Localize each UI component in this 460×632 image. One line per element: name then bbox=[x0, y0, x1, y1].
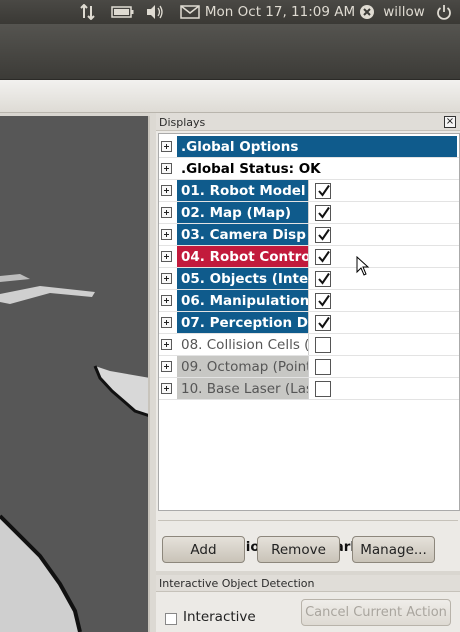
row-divider bbox=[159, 399, 459, 400]
display-row-label: 01. Robot Model bbox=[177, 180, 308, 202]
display-enabled-checkbox[interactable] bbox=[315, 183, 331, 199]
mouse-cursor-icon bbox=[356, 255, 370, 280]
column-separator bbox=[308, 246, 309, 268]
check-mark-icon bbox=[318, 228, 330, 241]
render-viewport[interactable] bbox=[0, 116, 150, 632]
volume-icon[interactable] bbox=[144, 0, 166, 24]
expand-icon[interactable] bbox=[161, 229, 172, 240]
user-status-icon[interactable] bbox=[357, 0, 377, 24]
cancel-current-action-button[interactable]: Cancel Current Action bbox=[301, 599, 451, 626]
network-transfer-icon[interactable] bbox=[76, 0, 100, 24]
column-separator bbox=[308, 312, 309, 334]
battery-icon[interactable] bbox=[110, 0, 136, 24]
display-row-label: 09. Octomap (Point bbox=[177, 356, 308, 378]
display-row-label: 02. Map (Map) bbox=[177, 202, 308, 224]
display-row[interactable]: 08. Collision Cells ( bbox=[159, 334, 459, 356]
power-icon[interactable] bbox=[433, 0, 455, 24]
clock[interactable]: Mon Oct 17, 11:09 AM bbox=[205, 0, 355, 24]
displays-panel-title: Displays bbox=[156, 113, 460, 131]
check-mark-icon bbox=[318, 294, 330, 307]
expand-icon[interactable] bbox=[161, 273, 172, 284]
check-mark-icon bbox=[318, 272, 330, 285]
display-row[interactable]: 10. Base Laser (Las bbox=[159, 378, 459, 400]
display-enabled-checkbox[interactable] bbox=[315, 249, 331, 265]
display-enabled-checkbox[interactable] bbox=[315, 271, 331, 287]
expand-icon[interactable] bbox=[161, 361, 172, 372]
displays-tree[interactable]: .Global Options .Global Status: OK 01. Rob… bbox=[158, 133, 460, 511]
window-toolbar bbox=[0, 80, 460, 113]
window-titlebar[interactable] bbox=[0, 24, 460, 80]
column-separator bbox=[308, 180, 309, 202]
expand-icon[interactable] bbox=[161, 251, 172, 262]
display-row[interactable]: .Global Status: OK bbox=[159, 158, 459, 180]
display-enabled-checkbox[interactable] bbox=[315, 293, 331, 309]
column-separator bbox=[308, 334, 309, 356]
close-icon[interactable]: × bbox=[444, 116, 456, 128]
display-enabled-checkbox[interactable] bbox=[315, 381, 331, 397]
expand-icon[interactable] bbox=[161, 317, 172, 328]
expand-icon[interactable] bbox=[161, 141, 172, 152]
display-row-label: 05. Objects (Inte bbox=[177, 268, 308, 290]
display-enabled-checkbox[interactable] bbox=[315, 337, 331, 353]
display-row-label: 03. Camera Disp bbox=[177, 224, 308, 246]
map-rendering bbox=[0, 116, 148, 632]
column-separator bbox=[308, 356, 309, 378]
interactive-checkbox[interactable] bbox=[165, 613, 177, 625]
display-row[interactable]: 09. Octomap (Point bbox=[159, 356, 459, 378]
interactive-label: Interactive bbox=[183, 609, 256, 625]
display-row[interactable]: .Global Options bbox=[159, 136, 459, 158]
user-name[interactable]: willow bbox=[380, 0, 428, 24]
displays-panel: Displays × .Global Options .Global Status… bbox=[156, 113, 460, 632]
display-row-label: 07. Perception D bbox=[177, 312, 308, 334]
expand-icon[interactable] bbox=[161, 383, 172, 394]
column-separator bbox=[308, 202, 309, 224]
display-row-label: 04. Robot Contro bbox=[177, 246, 308, 268]
display-row-label: .Global Status: OK bbox=[181, 161, 321, 177]
manage-button[interactable]: Manage... bbox=[352, 536, 435, 563]
display-row-label: 08. Collision Cells ( bbox=[181, 337, 308, 353]
column-separator bbox=[308, 268, 309, 290]
column-separator bbox=[308, 224, 309, 246]
iod-panel-title: Interactive Object Detection bbox=[156, 575, 460, 592]
display-row-label: 10. Base Laser (Las bbox=[177, 378, 308, 400]
column-separator bbox=[308, 378, 309, 400]
check-mark-icon bbox=[318, 184, 330, 197]
expand-icon[interactable] bbox=[161, 163, 172, 174]
display-row[interactable]: 07. Perception D bbox=[159, 312, 459, 334]
check-mark-icon bbox=[318, 316, 330, 329]
display-enabled-checkbox[interactable] bbox=[315, 205, 331, 221]
check-mark-icon bbox=[318, 250, 330, 263]
expand-icon[interactable] bbox=[161, 295, 172, 306]
check-mark-icon bbox=[318, 206, 330, 219]
display-row-label: .Global Options bbox=[177, 136, 457, 158]
mail-icon[interactable] bbox=[178, 0, 202, 24]
interactive-object-detection-panel: Interactive Object Detection Interactive… bbox=[156, 575, 460, 632]
expand-icon[interactable] bbox=[161, 185, 172, 196]
display-enabled-checkbox[interactable] bbox=[315, 227, 331, 243]
display-enabled-checkbox[interactable] bbox=[315, 315, 331, 331]
display-row[interactable]: 06. Manipulation bbox=[159, 290, 459, 312]
add-button[interactable]: Add bbox=[162, 536, 245, 563]
remove-button[interactable]: Remove bbox=[257, 536, 340, 563]
expand-icon[interactable] bbox=[161, 339, 172, 350]
system-top-panel: Mon Oct 17, 11:09 AM willow bbox=[0, 0, 460, 24]
display-row-label: 06. Manipulation bbox=[177, 290, 308, 312]
display-row[interactable]: 02. Map (Map) bbox=[159, 202, 459, 224]
display-row[interactable]: 04. Robot Contro bbox=[159, 246, 459, 268]
display-row[interactable]: 03. Camera Disp bbox=[159, 224, 459, 246]
display-row[interactable]: 05. Objects (Inte bbox=[159, 268, 459, 290]
expand-icon[interactable] bbox=[161, 207, 172, 218]
column-separator bbox=[308, 290, 309, 312]
display-enabled-checkbox[interactable] bbox=[315, 359, 331, 375]
display-row[interactable]: 01. Robot Model bbox=[159, 180, 459, 202]
